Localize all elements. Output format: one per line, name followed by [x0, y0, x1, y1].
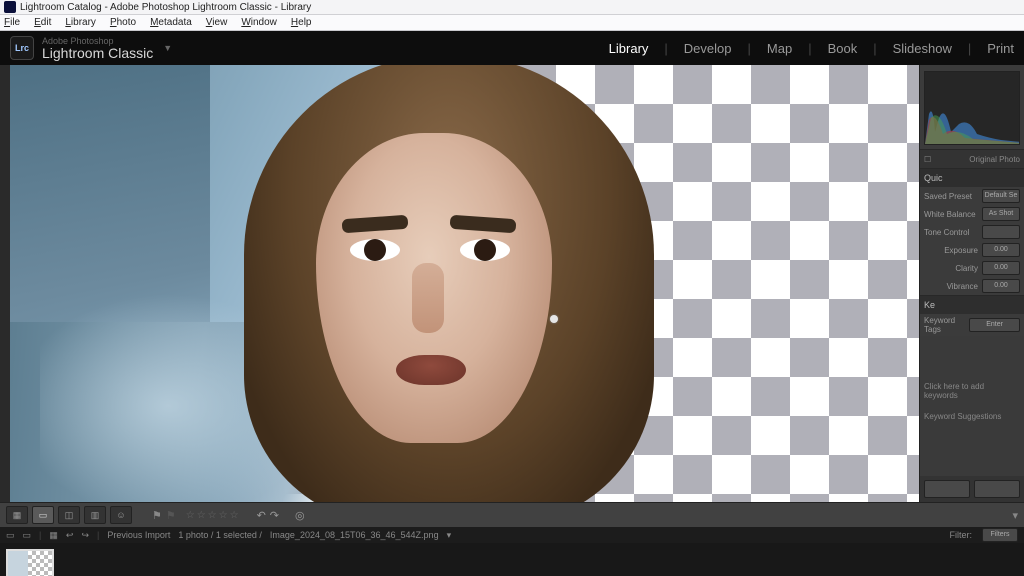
loupe-view[interactable] [0, 65, 919, 502]
clarity-label: Clarity [955, 264, 978, 273]
menu-edit[interactable]: Edit [34, 17, 51, 28]
wb-label: White Balance [924, 210, 976, 219]
module-print[interactable]: Print [987, 41, 1014, 56]
filmstrip-thumbnail[interactable] [6, 549, 54, 576]
wb-value[interactable]: As Shot [982, 207, 1020, 221]
compare-view-button[interactable]: ◫ [58, 506, 80, 524]
clarity-value[interactable]: 0.00 [982, 261, 1020, 275]
vibrance-row: Vibrance 0.00 [920, 277, 1024, 295]
go-forward-icon[interactable]: ↪ [81, 530, 89, 541]
vibrance-value[interactable]: 0.00 [982, 279, 1020, 293]
second-monitor-2-icon[interactable]: ▭ [23, 530, 32, 541]
preset-value[interactable]: Default Se [982, 189, 1020, 203]
sync-button[interactable] [924, 480, 970, 498]
menu-file[interactable]: File [4, 17, 20, 28]
grid-shortcut-icon[interactable]: ▦ [49, 530, 58, 541]
histogram-label: ☐Original Photo [920, 149, 1024, 168]
photo-content [10, 65, 919, 502]
module-picker: Library| Develop| Map| Book| Slideshow| … [609, 41, 1014, 56]
workspace: ☐Original Photo Quic Saved Preset Defaul… [0, 65, 1024, 502]
chevron-down-icon[interactable]: ▼ [163, 43, 172, 53]
histogram[interactable] [924, 71, 1020, 145]
module-slideshow[interactable]: Slideshow [893, 41, 952, 56]
exposure-label: Exposure [944, 246, 978, 255]
keyword-tags-label: Keyword Tags [924, 316, 969, 334]
rotate-cw-icon[interactable]: ↷ [270, 509, 279, 522]
tone-label: Tone Control [924, 228, 969, 237]
keyword-tags-mode[interactable]: Enter Keywords [969, 318, 1020, 332]
exposure-row: Exposure 0.00 [920, 241, 1024, 259]
menu-library[interactable]: Library [65, 17, 96, 28]
module-map[interactable]: Map [767, 41, 792, 56]
sync-settings-button[interactable] [974, 480, 1020, 498]
tone-auto[interactable] [982, 225, 1020, 239]
people-view-button[interactable]: ☺ [110, 506, 132, 524]
preset-label: Saved Preset [924, 192, 972, 201]
exposure-value[interactable]: 0.00 [982, 243, 1020, 257]
window-title-bar: Lightroom Catalog - Adobe Photoshop Ligh… [0, 0, 1024, 15]
right-panel: ☐Original Photo Quic Saved Preset Defaul… [919, 65, 1024, 502]
quick-develop-header[interactable]: Quic [920, 168, 1024, 187]
tone-control-row: Tone Control [920, 223, 1024, 241]
filmstrip[interactable] [0, 543, 1024, 576]
brand-product: Lightroom Classic [42, 46, 153, 60]
survey-view-button[interactable]: ▥ [84, 506, 106, 524]
rating-stars[interactable]: ☆☆☆☆☆ [186, 510, 241, 521]
module-book[interactable]: Book [828, 41, 858, 56]
rotate-ccw-icon[interactable]: ↶ [257, 509, 266, 522]
app-icon [4, 1, 16, 13]
second-monitor-icon[interactable]: ▭ [6, 530, 15, 541]
loupe-view-button[interactable]: ▭ [32, 506, 54, 524]
filter-preset[interactable]: Filters [982, 528, 1018, 542]
preset-row: Saved Preset Default Se [920, 187, 1024, 205]
grid-view-button[interactable]: ▦ [6, 506, 28, 524]
keyword-suggestions-label: Keyword Suggestions [920, 406, 1024, 427]
module-develop[interactable]: Develop [684, 41, 732, 56]
face-tagging-icon[interactable]: ◎ [295, 509, 305, 522]
vibrance-label: Vibrance [947, 282, 978, 291]
filename-chevron[interactable]: ▾ [447, 530, 452, 541]
flag-pick-icon[interactable]: ⚑ [152, 509, 162, 522]
clarity-row: Clarity 0.00 [920, 259, 1024, 277]
menu-photo[interactable]: Photo [110, 17, 136, 28]
menu-bar[interactable]: File Edit Library Photo Metadata View Wi… [0, 15, 1024, 31]
keyword-tags-row: Keyword Tags Enter Keywords [920, 314, 1024, 336]
keyword-area[interactable]: Click here to add keywords Keyword Sugge… [920, 336, 1024, 476]
lrc-badge-icon: Lrc [10, 36, 34, 60]
identity-plate-bar: Lrc Adobe Photoshop Lightroom Classic ▼ … [0, 31, 1024, 65]
collection-name[interactable]: Previous Import [107, 530, 170, 540]
filter-label: Filter: [950, 530, 973, 540]
toolbar-menu-chevron[interactable]: ▾ [1012, 509, 1018, 522]
menu-help[interactable]: Help [291, 17, 312, 28]
whitebalance-row: White Balance As Shot [920, 205, 1024, 223]
selected-filename: Image_2024_08_15T06_36_46_544Z.png [270, 530, 439, 540]
photo-count: 1 photo / 1 selected / [178, 530, 262, 540]
window-title: Lightroom Catalog - Adobe Photoshop Ligh… [20, 2, 311, 13]
photo-subject [250, 105, 620, 502]
identity-plate[interactable]: Lrc Adobe Photoshop Lightroom Classic ▼ [10, 36, 172, 60]
menu-window[interactable]: Window [241, 17, 277, 28]
keyword-hint[interactable]: Click here to add keywords [920, 376, 1024, 406]
module-library[interactable]: Library [609, 41, 649, 56]
menu-view[interactable]: View [206, 17, 228, 28]
photo[interactable] [10, 65, 919, 502]
menu-metadata[interactable]: Metadata [150, 17, 192, 28]
keywording-header[interactable]: Ke [920, 295, 1024, 314]
go-back-icon[interactable]: ↩ [66, 530, 74, 541]
toolbar: ▦ ▭ ◫ ▥ ☺ ⚑ ⚑ ☆☆☆☆☆ ↶ ↷ ◎ ▾ [0, 502, 1024, 527]
filmstrip-info-bar: ▭ ▭ | ▦ ↩ ↪ | Previous Import 1 photo / … [0, 527, 1024, 543]
flag-reject-icon[interactable]: ⚑ [166, 509, 176, 522]
